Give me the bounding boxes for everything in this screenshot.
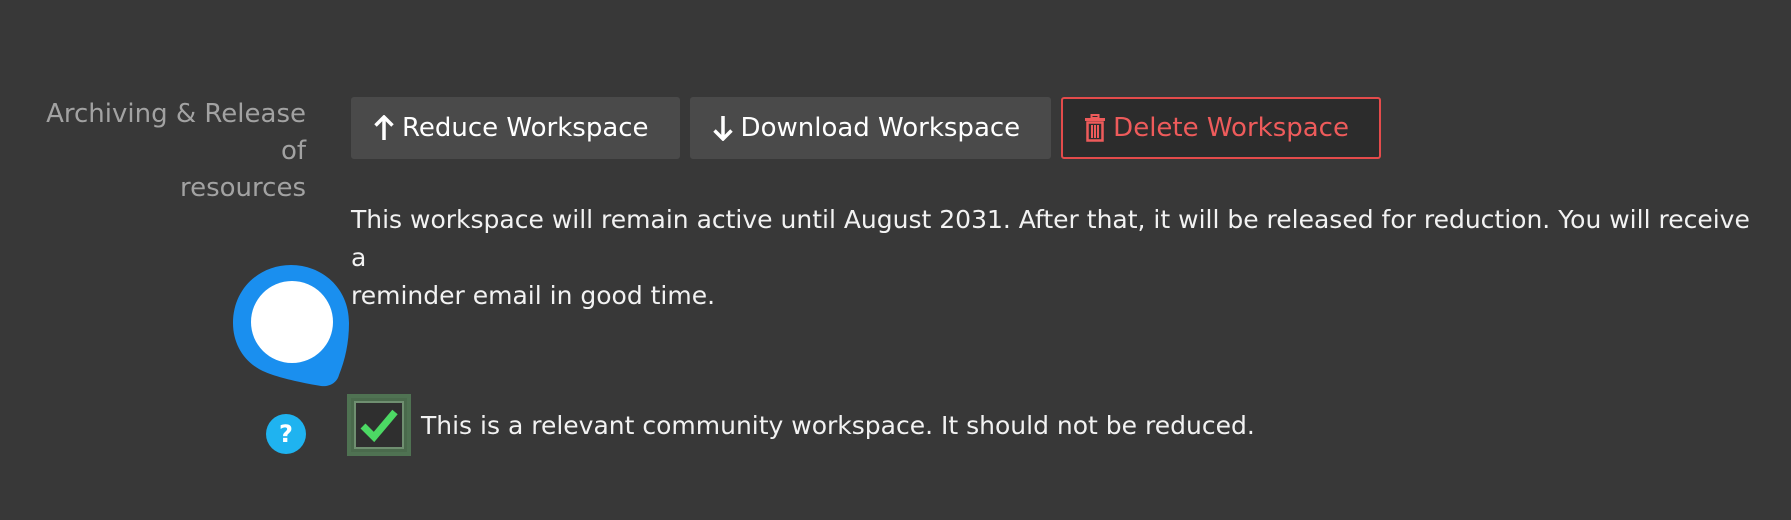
section-label: Archiving & Release of resources: [20, 96, 306, 207]
check-icon: [360, 409, 398, 443]
download-workspace-button[interactable]: Download Workspace: [689, 97, 1052, 159]
reduce-workspace-button[interactable]: Reduce Workspace: [351, 97, 680, 159]
help-icon[interactable]: ?: [266, 414, 306, 454]
arrow-down-icon: [711, 114, 735, 142]
community-workspace-checkbox[interactable]: [347, 394, 411, 456]
archiving-section: Archiving & Release of resources Reduce …: [0, 0, 1791, 520]
arrow-up-icon: [372, 114, 396, 142]
download-workspace-label: Download Workspace: [740, 113, 1021, 143]
delete-workspace-button[interactable]: Delete Workspace: [1061, 97, 1381, 159]
trash-icon: [1083, 114, 1107, 142]
reduce-workspace-label: Reduce Workspace: [402, 113, 649, 143]
community-workspace-option: This is a relevant community workspace. …: [347, 394, 1255, 456]
section-label-line1: Archiving & Release of: [46, 99, 306, 166]
community-workspace-label: This is a relevant community workspace. …: [421, 410, 1255, 440]
notice-line2: reminder email in good time.: [351, 281, 716, 310]
action-toolbar: Reduce Workspace Download Workspace Dele…: [351, 97, 1381, 159]
delete-workspace-label: Delete Workspace: [1113, 113, 1349, 143]
section-label-line2: resources: [179, 173, 306, 203]
notice-line1: This workspace will remain active until …: [351, 205, 1750, 272]
checkbox-box: [354, 401, 404, 449]
location-pin-icon: [233, 265, 349, 393]
retention-notice: This workspace will remain active until …: [351, 201, 1751, 315]
